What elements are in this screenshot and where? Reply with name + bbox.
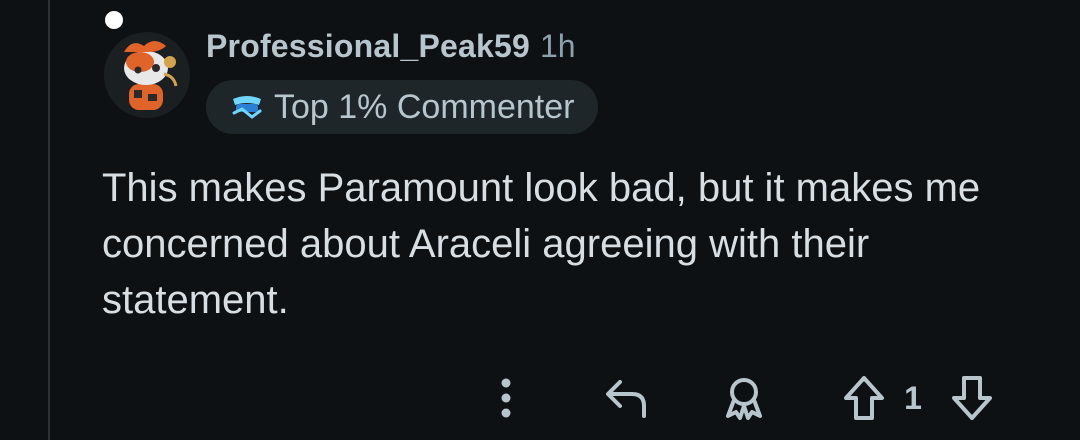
username-link[interactable]: Professional_Peak59 bbox=[206, 28, 530, 65]
comment-actions: 1 bbox=[0, 370, 1080, 426]
top-commenter-badge-icon bbox=[232, 96, 262, 119]
status-dot-icon bbox=[105, 11, 123, 29]
upvote-arrow-icon bbox=[844, 376, 884, 420]
more-vertical-icon bbox=[501, 378, 511, 418]
reply-icon bbox=[606, 380, 646, 418]
award-icon bbox=[726, 378, 762, 420]
upvote-button[interactable] bbox=[836, 370, 892, 426]
downvote-button[interactable] bbox=[944, 370, 1000, 426]
reply-button[interactable] bbox=[598, 370, 654, 426]
flair-label: Top 1% Commenter bbox=[274, 87, 575, 126]
award-button[interactable] bbox=[716, 370, 772, 426]
user-flair-badge: Top 1% Commenter bbox=[206, 80, 599, 134]
comment-meta: Professional_Peak59 1h bbox=[206, 28, 576, 65]
downvote-arrow-icon bbox=[952, 376, 992, 420]
avatar[interactable] bbox=[104, 32, 190, 118]
comment-body: This makes Paramount look bad, but it ma… bbox=[102, 166, 981, 322]
timestamp: 1h bbox=[540, 28, 576, 64]
more-options-button[interactable] bbox=[488, 370, 524, 426]
snoo-avatar-icon bbox=[104, 32, 190, 118]
comment-card: Professional_Peak59 1h Top 1% Commenter … bbox=[0, 0, 1080, 440]
vote-count: 1 bbox=[898, 370, 928, 426]
vote-count-label: 1 bbox=[904, 379, 922, 416]
